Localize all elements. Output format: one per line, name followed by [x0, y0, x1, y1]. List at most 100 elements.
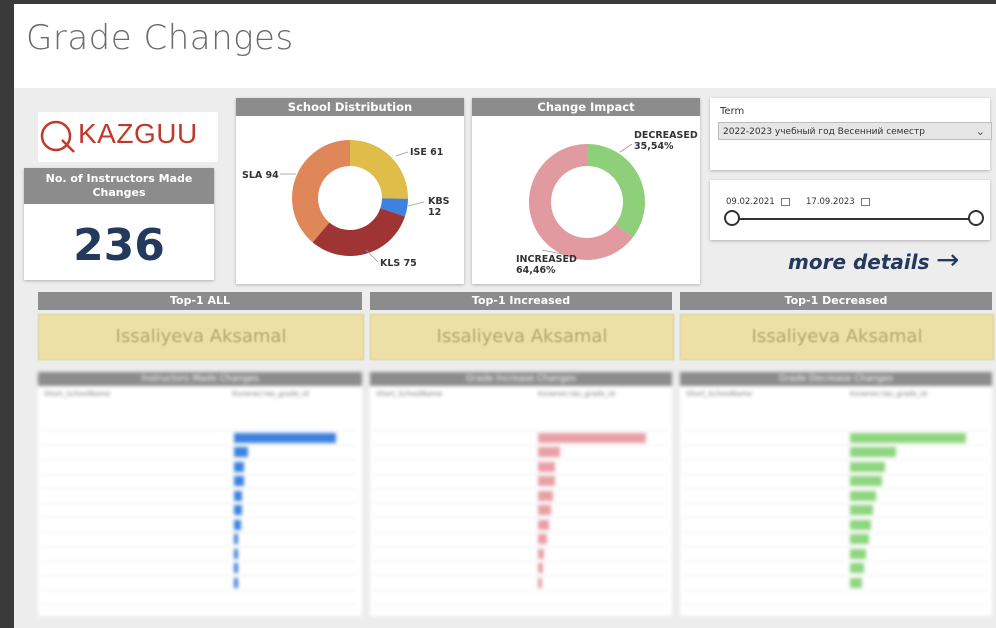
table-row[interactable] — [42, 590, 356, 605]
table-row[interactable] — [42, 431, 356, 446]
term-dropdown[interactable]: 2022-2023 учебный год Весенний семестр ⌄ — [718, 122, 992, 140]
table-row[interactable] — [42, 576, 356, 591]
logo-icon — [40, 120, 75, 153]
table-row[interactable] — [42, 445, 356, 460]
matrix-col1: Short_SchoolName — [44, 390, 111, 398]
data-bar — [234, 519, 242, 530]
table-row[interactable] — [374, 576, 666, 591]
table-row[interactable] — [42, 518, 356, 533]
data-bar — [234, 476, 245, 486]
table-row[interactable] — [374, 590, 666, 605]
table-row[interactable] — [42, 460, 356, 475]
table-row[interactable] — [684, 431, 986, 446]
table-row[interactable] — [374, 503, 666, 518]
table-row[interactable] — [684, 503, 986, 518]
table-row[interactable] — [42, 561, 356, 576]
table-row[interactable] — [374, 518, 666, 533]
table-row[interactable] — [684, 576, 986, 591]
page-title: Grade Changes — [26, 18, 294, 58]
matrix-col1: Short_SchoolName — [376, 390, 443, 398]
more-details-link[interactable]: more details — [788, 250, 930, 274]
data-bar — [538, 577, 543, 588]
table-row[interactable] — [374, 445, 666, 460]
data-bar — [538, 490, 554, 501]
date-slider-start-handle[interactable] — [724, 210, 740, 226]
table-row[interactable] — [374, 547, 666, 562]
data-bar — [234, 577, 238, 588]
kpi-value: 236 — [73, 220, 165, 271]
table-row[interactable] — [42, 416, 356, 431]
donut-label: SLA 94 — [242, 170, 279, 181]
top1-all-title: Top-1 ALL — [38, 292, 362, 310]
donut-slice[interactable] — [312, 208, 405, 256]
table-row[interactable] — [374, 561, 666, 576]
table-row[interactable] — [684, 547, 986, 562]
table-row[interactable] — [374, 431, 666, 446]
table-row[interactable] — [42, 474, 356, 489]
table-row[interactable] — [684, 532, 986, 547]
donut-slice[interactable] — [587, 144, 645, 238]
table-row[interactable] — [42, 547, 356, 562]
calendar-icon[interactable] — [860, 197, 870, 206]
data-bar — [850, 548, 867, 559]
increase-matrix[interactable]: Grade Increase Changes Short_SchoolName … — [370, 372, 672, 616]
change-impact-donut[interactable]: DECREASED35,54% INCREASED64,46% — [472, 116, 700, 284]
donut-slice[interactable] — [350, 140, 408, 199]
date-range-slicer[interactable]: 09.02.2021 17.09.2023 — [710, 180, 990, 240]
date-slider-end-handle[interactable] — [968, 210, 984, 226]
top1-decreased-name: Issaliyeva Aksamal — [680, 314, 994, 360]
table-row[interactable] — [684, 445, 986, 460]
data-bar — [234, 461, 245, 472]
table-row[interactable] — [42, 532, 356, 547]
school-distribution-card[interactable]: School Distribution ISE 61 KBS 12 KLS 75 SLA… — [236, 98, 464, 284]
school-distribution-donut[interactable]: ISE 61 KBS12 KLS 75 SLA 94 — [236, 116, 464, 284]
data-bar — [850, 577, 862, 588]
table-row[interactable] — [374, 532, 666, 547]
donut-label: 35,54% — [634, 141, 674, 152]
data-bar — [850, 476, 883, 486]
table-row[interactable] — [684, 518, 986, 533]
donut-label: 12 — [428, 207, 441, 218]
table-row[interactable] — [684, 460, 986, 475]
leader-line — [365, 249, 379, 263]
table-row[interactable] — [374, 460, 666, 475]
calendar-icon[interactable] — [780, 197, 790, 206]
term-label: Term — [720, 106, 745, 117]
data-bar — [234, 563, 238, 573]
term-slicer[interactable]: Term 2022-2023 учебный год Весенний семе… — [710, 98, 992, 170]
table-row[interactable] — [374, 489, 666, 504]
decrease-matrix[interactable]: Grade Decrease Changes Short_SchoolName … — [680, 372, 992, 616]
donut-slice[interactable] — [292, 140, 350, 243]
data-bar — [538, 476, 556, 486]
leader-line — [619, 143, 633, 153]
table-row[interactable] — [684, 561, 986, 576]
data-bar — [850, 490, 876, 501]
table-row[interactable] — [374, 416, 666, 431]
change-impact-card[interactable]: Change Impact DECREASED 35,54% INCREASED 64… — [472, 98, 700, 284]
data-bar — [538, 548, 545, 559]
table-row[interactable] — [42, 489, 356, 504]
date-slider-track[interactable] — [732, 218, 978, 220]
data-bar — [850, 432, 966, 443]
data-bar — [850, 461, 885, 472]
data-bar — [234, 447, 249, 457]
table-row[interactable] — [684, 416, 986, 431]
table-row[interactable] — [684, 489, 986, 504]
kpi-label: No. of Instructors Made Changes — [24, 168, 214, 204]
matrix-col2: Количество_grade_id — [538, 390, 615, 398]
table-row[interactable] — [42, 503, 356, 518]
table-row[interactable] — [374, 474, 666, 489]
top1-all-name: Issaliyeva Aksamal — [38, 314, 364, 360]
arrow-right-icon[interactable]: → — [936, 243, 959, 276]
table-row[interactable] — [684, 590, 986, 605]
instructors-kpi-card[interactable]: No. of Instructors Made Changes 236 — [24, 168, 214, 280]
matrix-title: Grade Decrease Changes — [680, 372, 992, 386]
table-row[interactable] — [684, 474, 986, 489]
donut-label: DECREASED — [634, 130, 698, 141]
chevron-down-icon[interactable]: ⌄ — [976, 123, 985, 141]
end-date-field[interactable]: 17.09.2023 — [806, 194, 870, 210]
data-bar — [850, 447, 897, 457]
donut-label: KLS 75 — [380, 258, 417, 269]
instructors-matrix[interactable]: Instructors Made Changes Short_SchoolNam… — [38, 372, 362, 616]
start-date-field[interactable]: 09.02.2021 — [726, 194, 790, 210]
